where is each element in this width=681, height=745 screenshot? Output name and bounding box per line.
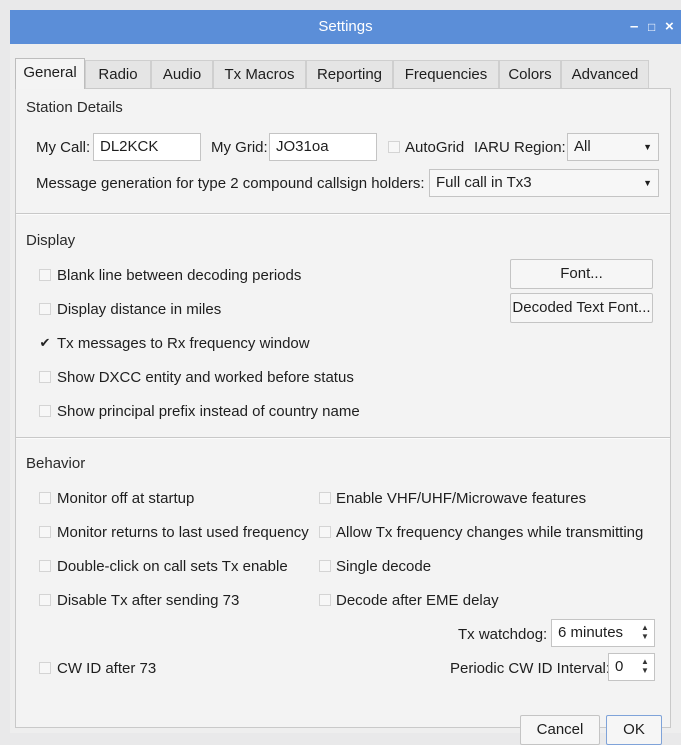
close-icon[interactable]: × xyxy=(665,18,674,35)
eme-delay-label: Decode after EME delay xyxy=(336,592,499,609)
divider xyxy=(16,437,670,439)
chevron-down-icon: ▼ xyxy=(643,178,652,188)
tab-colors[interactable]: Colors xyxy=(499,60,561,88)
minimize-icon[interactable]: – xyxy=(630,18,638,35)
spin-arrows-icon[interactable]: ▲ ▼ xyxy=(639,623,651,643)
msg-gen-value: Full call in Tx3 xyxy=(436,174,532,191)
checkbox[interactable] xyxy=(39,492,51,504)
iaru-region-label: IARU Region: xyxy=(474,139,566,156)
ok-button[interactable]: OK xyxy=(606,715,662,745)
tab-label: Radio xyxy=(98,66,138,83)
msg-gen-select[interactable]: Full call in Tx3 ▼ xyxy=(429,169,659,197)
checkbox[interactable] xyxy=(319,560,331,572)
checkbox[interactable] xyxy=(39,526,51,538)
checkbox[interactable] xyxy=(319,526,331,538)
tab-label: Audio xyxy=(162,66,202,83)
checkbox[interactable] xyxy=(39,560,51,572)
tab-bar: General Radio Audio Tx Macros Reporting … xyxy=(15,58,675,89)
decoded-text-font-button[interactable]: Decoded Text Font... xyxy=(510,293,653,323)
checkbox[interactable] xyxy=(39,405,51,417)
single-decode-label: Single decode xyxy=(336,558,432,575)
window-titlebar[interactable]: Settings – □ × xyxy=(10,10,681,44)
window-title: Settings xyxy=(318,18,373,35)
divider xyxy=(16,213,670,215)
iaru-region-value: All xyxy=(574,138,591,155)
checkbox[interactable] xyxy=(39,371,51,383)
msg-gen-label: Message generation for type 2 compound c… xyxy=(36,175,425,192)
tab-radio[interactable]: Radio xyxy=(85,60,151,88)
my-call-label: My Call: xyxy=(36,139,91,156)
checkbox[interactable] xyxy=(319,594,331,606)
my-grid-input[interactable]: JO31oa xyxy=(269,133,377,161)
behavior-title: Behavior xyxy=(26,455,86,472)
vhf-features-label: Enable VHF/UHF/Microwave features xyxy=(336,490,587,507)
tab-label: Advanced xyxy=(571,66,639,83)
tab-frequencies[interactable]: Frequencies xyxy=(393,60,499,88)
general-panel: Station Details My Call: DL2KCK My Grid:… xyxy=(15,88,671,745)
checkbox[interactable] xyxy=(39,594,51,606)
checkmark-icon[interactable]: ✔ xyxy=(39,336,51,349)
tab-label: Frequencies xyxy=(404,66,488,83)
checkbox[interactable] xyxy=(39,269,51,281)
dxcc-status-label: Show DXCC entity and worked before statu… xyxy=(57,369,354,386)
principal-prefix-label: Show principal prefix instead of country… xyxy=(57,403,360,420)
settings-window: General Radio Audio Tx Macros Reporting … xyxy=(10,44,681,745)
tab-label: Colors xyxy=(508,66,552,83)
station-details-title: Station Details xyxy=(26,99,123,116)
font-button[interactable]: Font... xyxy=(510,259,653,289)
periodic-cw-value: 0 xyxy=(615,658,624,675)
spin-arrows-icon[interactable]: ▲ ▼ xyxy=(639,657,651,677)
blank-line-label: Blank line between decoding periods xyxy=(57,267,302,284)
my-grid-label: My Grid: xyxy=(211,139,268,156)
tab-tx-macros[interactable]: Tx Macros xyxy=(213,60,306,88)
tx-watchdog-value: 6 minutes xyxy=(558,624,624,641)
tab-label: General xyxy=(23,64,77,81)
distance-miles-label: Display distance in miles xyxy=(57,301,222,318)
tab-audio[interactable]: Audio xyxy=(151,60,213,88)
tab-reporting[interactable]: Reporting xyxy=(306,60,393,88)
monitor-returns-label: Monitor returns to last used frequency xyxy=(57,524,309,541)
tab-advanced[interactable]: Advanced xyxy=(561,60,649,88)
tx-messages-label: Tx messages to Rx frequency window xyxy=(57,335,310,352)
cw-id-label: CW ID after 73 xyxy=(57,660,157,677)
double-click-label: Double-click on call sets Tx enable xyxy=(57,558,288,575)
chevron-down-icon: ▼ xyxy=(643,142,652,152)
tab-label: Tx Macros xyxy=(224,66,295,83)
tx-watchdog-label: Tx watchdog: xyxy=(458,626,548,643)
maximize-icon[interactable]: □ xyxy=(648,20,655,34)
allow-tx-freq-label: Allow Tx frequency changes while transmi… xyxy=(336,524,644,541)
tab-label: Reporting xyxy=(316,66,383,83)
monitor-off-label: Monitor off at startup xyxy=(57,490,195,507)
iaru-region-select[interactable]: All ▼ xyxy=(567,133,659,161)
periodic-cw-label: Periodic CW ID Interval: xyxy=(450,660,611,677)
checkbox[interactable] xyxy=(39,303,51,315)
checkbox[interactable] xyxy=(39,662,51,674)
tab-general[interactable]: General xyxy=(15,58,85,89)
autogrid-label: AutoGrid xyxy=(405,139,465,156)
autogrid-checkbox[interactable] xyxy=(388,141,400,153)
periodic-cw-spinbox[interactable]: 0 ▲ ▼ xyxy=(608,653,655,681)
checkbox[interactable] xyxy=(319,492,331,504)
tx-watchdog-spinbox[interactable]: 6 minutes ▲ ▼ xyxy=(551,619,655,647)
disable-tx-label: Disable Tx after sending 73 xyxy=(57,592,240,609)
display-title: Display xyxy=(26,232,76,249)
cancel-button[interactable]: Cancel xyxy=(520,715,600,745)
my-call-input[interactable]: DL2KCK xyxy=(93,133,201,161)
